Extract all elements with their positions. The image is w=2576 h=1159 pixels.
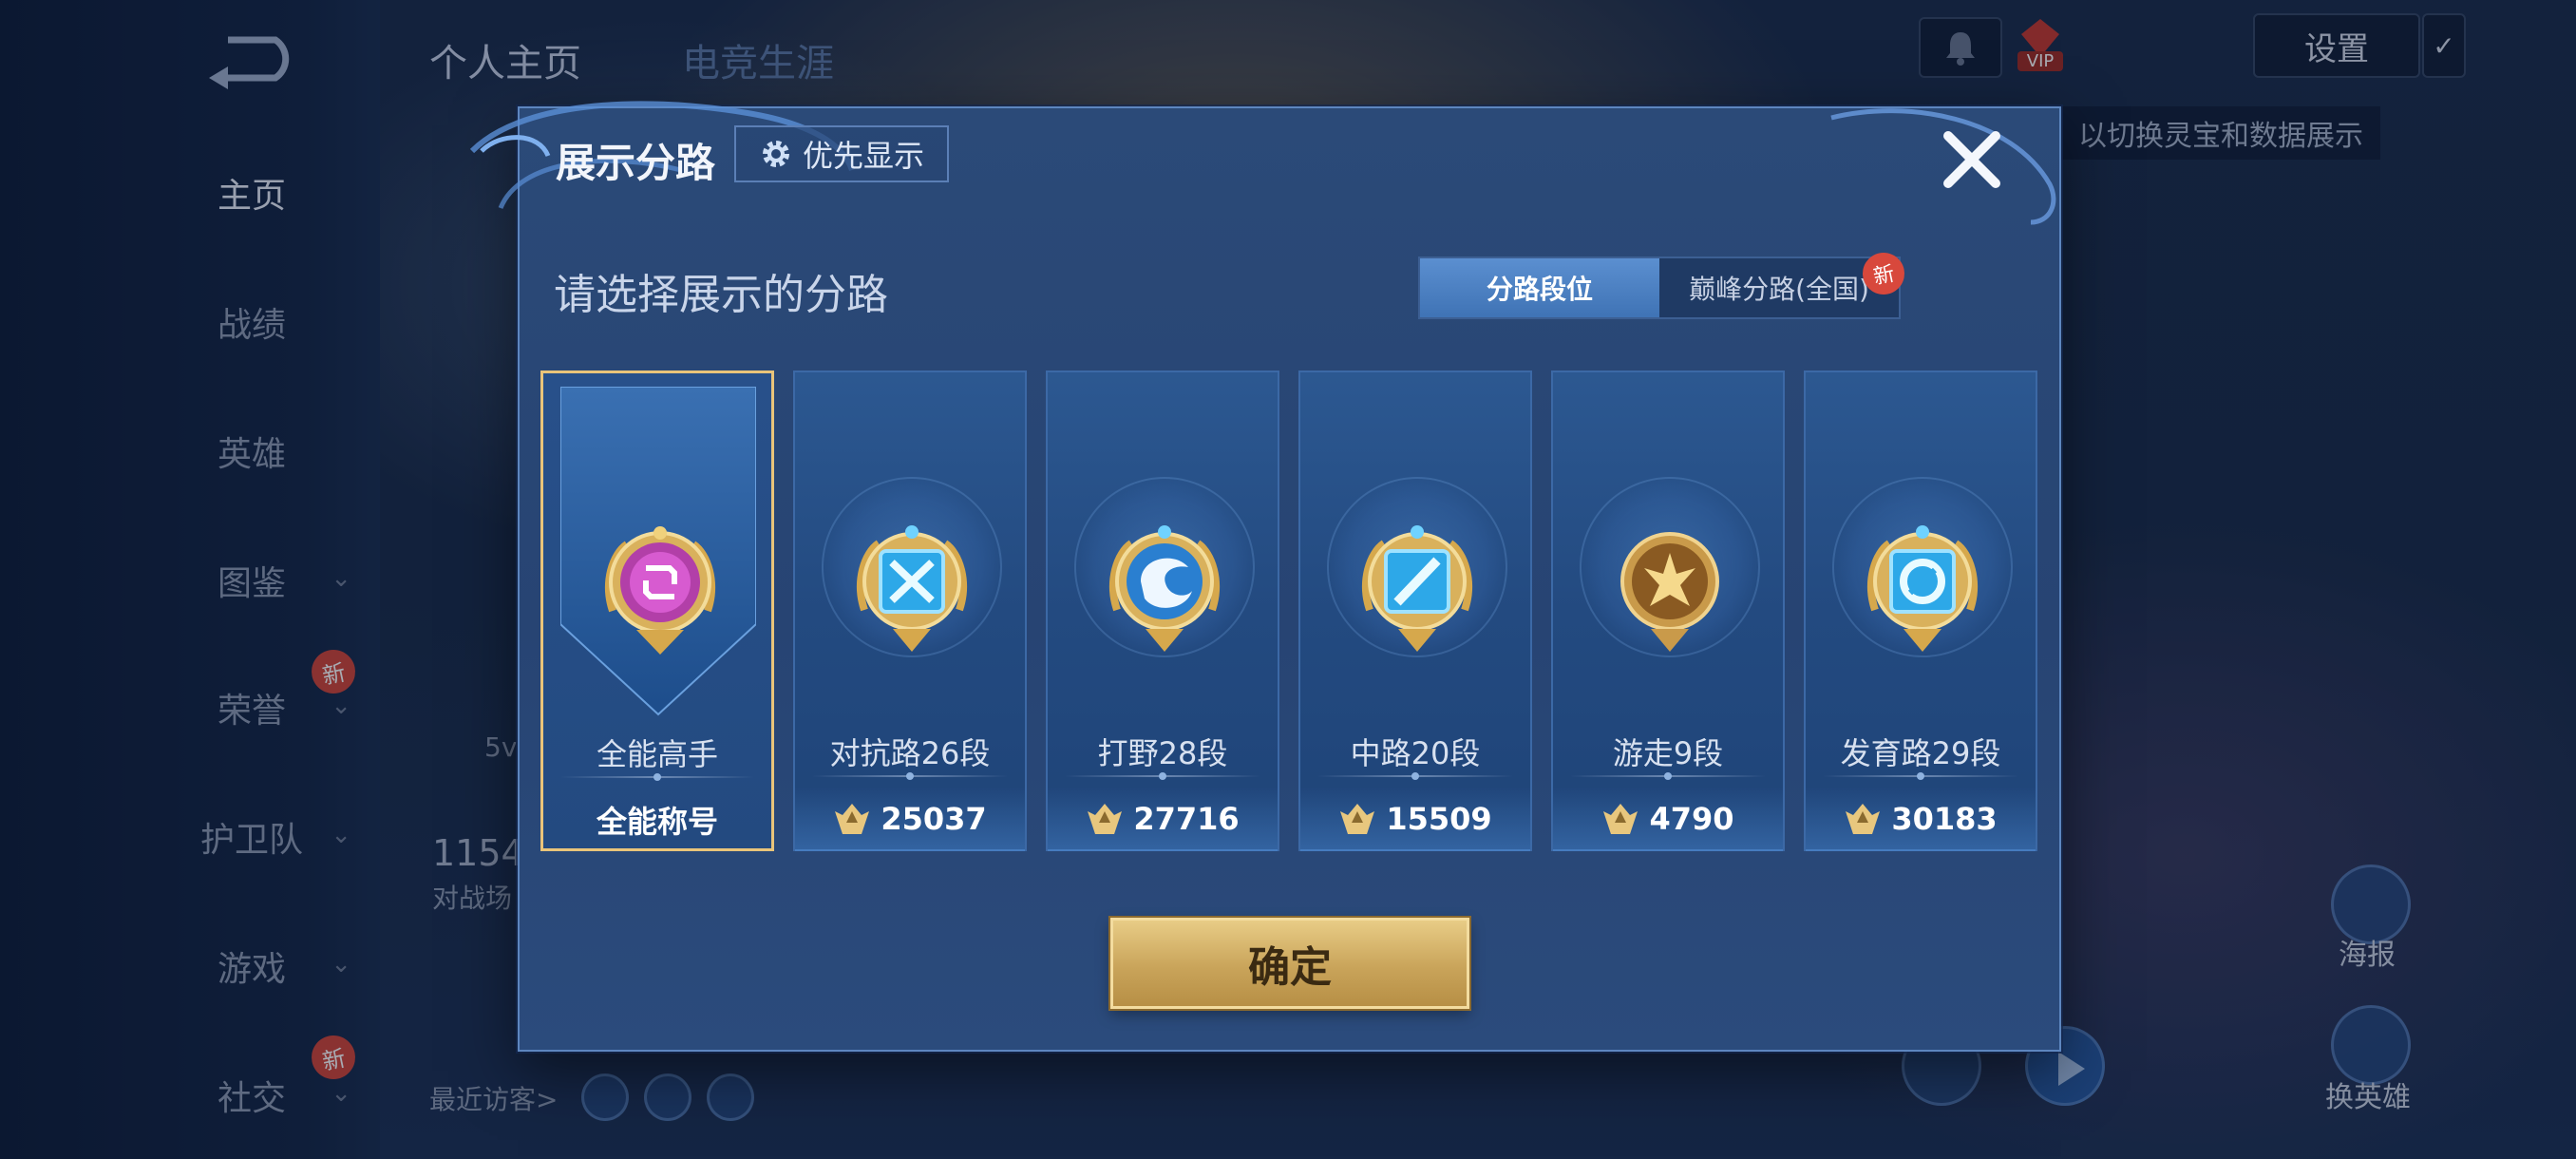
lane-stat: 30183 bbox=[1806, 787, 2036, 851]
divider bbox=[812, 772, 1008, 780]
jungle-emblem-icon bbox=[1108, 525, 1221, 652]
lane-card-clash[interactable]: 对抗路26段 25037 bbox=[793, 370, 1027, 851]
lane-stat: 全能称号 bbox=[543, 788, 771, 852]
close-button[interactable] bbox=[1934, 122, 2010, 198]
lane-stat-value: 27716 bbox=[1133, 801, 1240, 837]
lane-name: 中路20段 bbox=[1350, 735, 1481, 771]
clash-lane-emblem-icon bbox=[856, 525, 968, 652]
priority-display-label: 优先显示 bbox=[802, 138, 924, 174]
lane-stat: 4790 bbox=[1553, 787, 1783, 851]
combat-power-icon bbox=[1846, 804, 1881, 834]
combat-power-icon bbox=[1088, 804, 1123, 834]
lane-name: 游走9段 bbox=[1612, 735, 1724, 771]
lane-tab-switcher: 分路段位 巅峰分路(全国) 新 bbox=[1418, 248, 1909, 319]
lane-card-roam[interactable]: 游走9段 4790 bbox=[1551, 370, 1785, 851]
combat-power-icon bbox=[835, 804, 870, 834]
lane-stat: 25037 bbox=[795, 787, 1025, 851]
confirm-button[interactable]: 确定 bbox=[1110, 918, 1469, 1009]
lane-stat-value: 25037 bbox=[881, 801, 987, 837]
lane-stat-value: 30183 bbox=[1891, 801, 1998, 837]
mid-lane-emblem-icon bbox=[1361, 525, 1473, 652]
dialog-title: 展示分路 bbox=[556, 140, 716, 186]
lane-stat-value: 全能称号 bbox=[596, 804, 718, 840]
close-icon bbox=[1943, 131, 2000, 188]
divider bbox=[1823, 772, 2018, 780]
divider bbox=[1317, 772, 1513, 780]
farm-lane-emblem-icon bbox=[1866, 525, 1979, 652]
lane-card-mid[interactable]: 中路20段 15509 bbox=[1298, 370, 1532, 851]
lane-stat: 27716 bbox=[1048, 787, 1278, 851]
tab-label: 巅峰分路(全国) bbox=[1689, 274, 1869, 305]
tab-label: 分路段位 bbox=[1486, 274, 1593, 305]
allround-emblem-icon bbox=[604, 526, 716, 655]
lane-stat: 15509 bbox=[1300, 787, 1530, 851]
lane-stat-value: 15509 bbox=[1386, 801, 1492, 837]
tab-lane-rank[interactable]: 分路段位 bbox=[1420, 258, 1659, 317]
lane-stat-value: 4790 bbox=[1649, 801, 1734, 837]
tab-peak-lane[interactable]: 巅峰分路(全国) 新 bbox=[1659, 248, 1909, 317]
lane-name: 发育路29段 bbox=[1840, 735, 2001, 771]
combat-power-icon bbox=[1340, 804, 1375, 834]
divider bbox=[560, 773, 754, 781]
priority-display-button[interactable]: 优先显示 bbox=[734, 125, 949, 182]
lane-name: 全能高手 bbox=[596, 736, 718, 772]
lane-name: 打野28段 bbox=[1097, 735, 1228, 771]
lane-card-jungle[interactable]: 打野28段 27716 bbox=[1046, 370, 1279, 851]
lane-display-dialog: 展示分路 优先显示 请选择展示的分路 分路段位 巅峰分路(全国) 新 全能高手 … bbox=[469, 101, 2061, 1052]
lane-name: 对抗路26段 bbox=[829, 735, 991, 771]
roam-emblem-icon bbox=[1620, 532, 1719, 652]
lane-card-farm[interactable]: 发育路29段 30183 bbox=[1804, 370, 2037, 851]
gear-icon bbox=[762, 141, 789, 167]
confirm-label: 确定 bbox=[1248, 943, 1332, 992]
divider bbox=[1065, 772, 1260, 780]
combat-power-icon bbox=[1603, 804, 1638, 834]
divider bbox=[1570, 772, 1766, 780]
lane-card-allround[interactable]: 全能高手 全能称号 bbox=[540, 370, 774, 851]
section-heading: 请选择展示的分路 bbox=[554, 271, 888, 319]
